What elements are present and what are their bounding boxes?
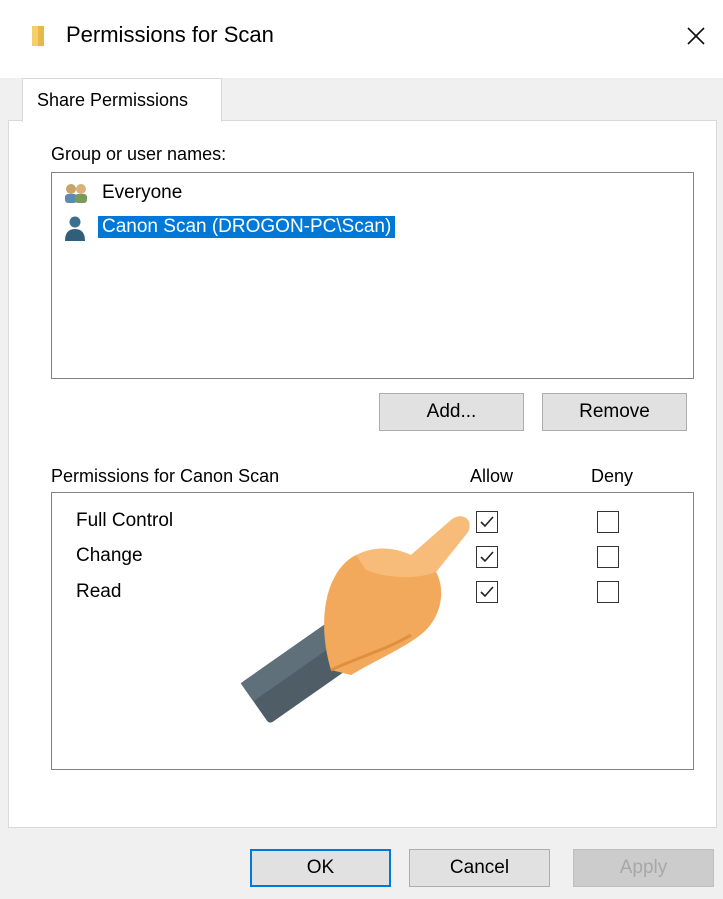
user-icon xyxy=(65,216,85,241)
list-item-label: Everyone xyxy=(102,182,183,203)
apply-button[interactable]: Apply xyxy=(573,849,714,887)
window-title: Permissions for Scan xyxy=(66,22,274,47)
permissions-label: Permissions for Canon Scan xyxy=(51,466,280,486)
deny-change-checkbox[interactable] xyxy=(597,546,619,568)
tab-share-permissions[interactable]: Share Permissions xyxy=(22,78,222,122)
users-group-icon xyxy=(65,184,87,203)
deny-full-control-checkbox[interactable] xyxy=(597,511,619,533)
tab-label: Share Permissions xyxy=(37,90,189,110)
group-list-label: Group or user names: xyxy=(51,144,227,164)
close-icon[interactable] xyxy=(676,16,716,56)
remove-button[interactable]: Remove xyxy=(542,393,687,431)
cancel-button[interactable]: Cancel xyxy=(409,849,550,887)
allow-header: Allow xyxy=(470,466,514,486)
ok-button[interactable]: OK xyxy=(250,849,391,887)
list-item-label: Canon Scan (DROGON-PC\Scan) xyxy=(98,216,396,238)
title-bar: Permissions for Scan xyxy=(0,0,723,78)
deny-read-checkbox[interactable] xyxy=(597,581,619,603)
add-button[interactable]: Add... xyxy=(379,393,524,431)
pointing-hand-icon xyxy=(240,516,470,723)
permission-name-full-control: Full Control xyxy=(76,510,174,531)
permission-name-read: Read xyxy=(76,581,122,602)
folder-icon xyxy=(32,26,44,46)
group-user-list[interactable]: Everyone Canon Scan (DROGON-PC\Scan) xyxy=(51,172,694,379)
deny-header: Deny xyxy=(591,466,634,486)
permission-name-change: Change xyxy=(76,545,143,566)
permissions-dialog: Permissions for Scan Share Permissions G… xyxy=(0,0,723,899)
